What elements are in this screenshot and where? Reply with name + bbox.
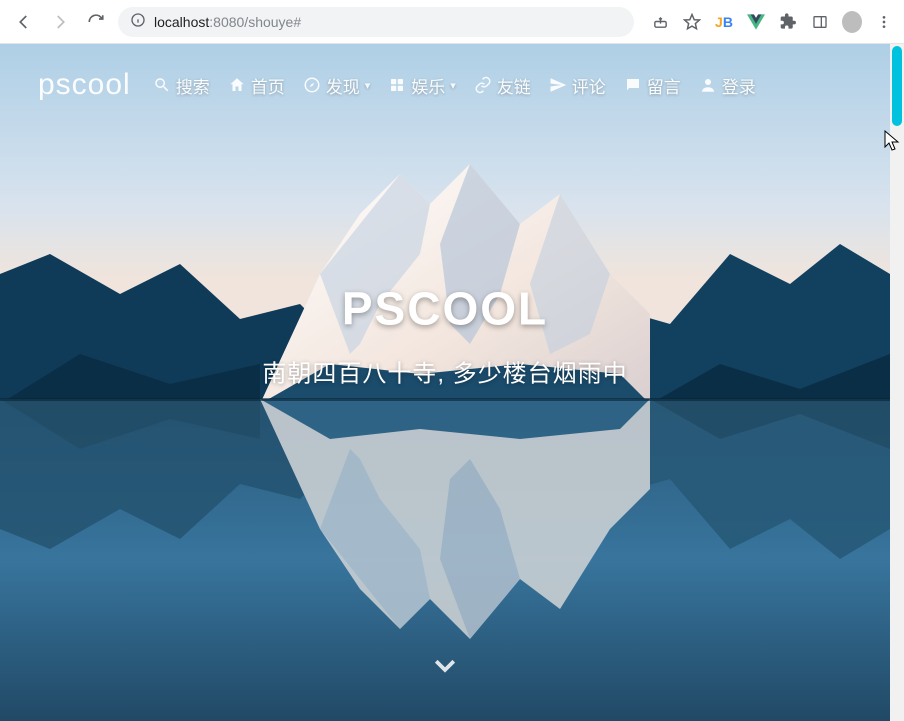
nav-home-label: 首页 — [251, 73, 285, 98]
nav-login[interactable]: 登录 — [699, 73, 756, 98]
browser-reload-button[interactable] — [82, 8, 110, 36]
share-icon[interactable] — [650, 12, 670, 32]
nav-entertain-label: 娱乐 — [411, 73, 445, 98]
bookmark-star-icon[interactable] — [682, 12, 702, 32]
hero-section: pscool 搜索 首页 发现 ▾ 娱乐 ▾ 友链 — [0, 44, 890, 721]
chat-icon — [624, 76, 642, 94]
profile-avatar-icon[interactable] — [842, 12, 862, 32]
nav-search-label: 搜索 — [176, 73, 210, 98]
nav-links[interactable]: 友链 — [474, 73, 531, 98]
browser-toolbar: localhost:8080/shouye# JB — [0, 0, 904, 44]
nav-discover-label: 发现 — [326, 73, 360, 98]
browser-forward-button[interactable] — [46, 8, 74, 36]
link-icon — [474, 76, 492, 94]
scrollbar-track[interactable] — [890, 44, 904, 721]
chevron-down-icon: ▾ — [450, 79, 456, 92]
nav-home[interactable]: 首页 — [228, 73, 285, 98]
grid-icon — [388, 76, 406, 94]
nav-comments[interactable]: 评论 — [549, 73, 606, 98]
jetbrains-extension-icon[interactable]: JB — [714, 12, 734, 32]
nav-guestbook-label: 留言 — [647, 73, 681, 98]
panel-icon[interactable] — [810, 12, 830, 32]
hero-subtitle: 南朝四百八十寺, 多少楼台烟雨中 — [262, 354, 627, 389]
scroll-down-button[interactable] — [430, 650, 460, 685]
address-bar[interactable]: localhost:8080/shouye# — [118, 7, 634, 37]
site-navbar: pscool 搜索 首页 发现 ▾ 娱乐 ▾ 友链 — [0, 68, 890, 102]
nav-search[interactable]: 搜索 — [153, 73, 210, 98]
compass-icon — [303, 76, 321, 94]
site-info-icon[interactable] — [130, 12, 146, 31]
nav-login-label: 登录 — [722, 73, 756, 98]
nav-discover[interactable]: 发现 ▾ — [303, 73, 371, 98]
chevron-down-icon — [430, 650, 460, 680]
page-viewport: pscool 搜索 首页 发现 ▾ 娱乐 ▾ 友链 — [0, 44, 904, 721]
nav-entertain[interactable]: 娱乐 ▾ — [388, 73, 456, 98]
search-icon — [153, 76, 171, 94]
brand-logo[interactable]: pscool — [38, 68, 131, 102]
nav-links-label: 友链 — [497, 73, 531, 98]
nav-comments-label: 评论 — [572, 73, 606, 98]
send-icon — [549, 76, 567, 94]
url-text: localhost:8080/shouye# — [154, 14, 301, 30]
vue-devtools-icon[interactable] — [746, 12, 766, 32]
chevron-down-icon: ▾ — [365, 79, 371, 92]
hero-text: PSCOOL 南朝四百八十寺, 多少楼台烟雨中 — [262, 282, 627, 389]
hero-title: PSCOOL — [262, 282, 627, 336]
user-icon — [699, 76, 717, 94]
nav-guestbook[interactable]: 留言 — [624, 73, 681, 98]
browser-back-button[interactable] — [10, 8, 38, 36]
browser-actions: JB — [642, 12, 894, 32]
scrollbar-thumb[interactable] — [892, 46, 902, 126]
browser-menu-icon[interactable] — [874, 12, 894, 32]
extensions-puzzle-icon[interactable] — [778, 12, 798, 32]
home-icon — [228, 76, 246, 94]
